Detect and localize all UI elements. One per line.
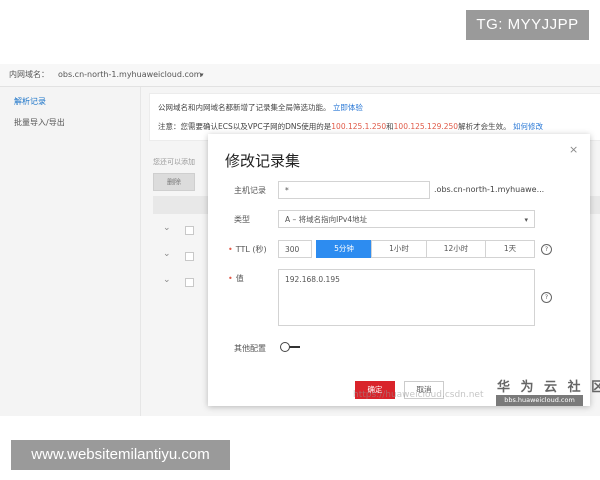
help-icon[interactable]: ? (541, 244, 552, 255)
ttl-input[interactable]: 300 (278, 240, 312, 258)
toggle-knob (280, 342, 290, 352)
csdn-watermark: https://huaweicloud.csdn.net (353, 390, 484, 400)
notice-text: 公网域名和内网域名都新增了记录集全局筛选功能。 (158, 103, 331, 112)
ttl-label: • TTL (秒) (228, 244, 267, 255)
value-textarea[interactable]: 192.168.0.195 (278, 269, 535, 326)
sidebar-item-import-export[interactable]: 批量导入/导出 (14, 117, 65, 128)
close-icon[interactable]: × (569, 143, 578, 156)
sidebar: 解析记录 批量导入/导出 (0, 87, 141, 416)
huaweicloud-community-logo: 华 为 云 社 区 (497, 380, 600, 395)
notice-prefix: 注意：您需要确认ECS以及VPC子网的DNS使用的是 (158, 122, 332, 131)
row-expand-icon[interactable]: ⌄ (163, 275, 171, 285)
huaweicloud-community-url: bbs.huaweicloud.com (496, 395, 583, 406)
site-watermark-badge: www.websitemilantiyu.com (11, 440, 230, 470)
host-record-input[interactable]: * (278, 181, 430, 199)
dialog-title: 修改记录集 (225, 152, 301, 170)
top-bar: 内网域名： obs.cn-north-1.myhuaweicloud.com ▾ (0, 64, 600, 87)
ttl-option-1h[interactable]: 1小时 (371, 240, 427, 258)
value-label: • 值 (228, 273, 244, 284)
dns-address-2: 100.125.129.250 (393, 122, 459, 131)
try-now-link[interactable]: 立即体验 (333, 103, 363, 112)
chevron-down-icon[interactable]: ▾ (200, 64, 204, 86)
ttl-label-text: TTL (秒) (235, 245, 267, 254)
row-checkbox[interactable] (185, 252, 194, 261)
ttl-option-12h[interactable]: 12小时 (426, 240, 486, 258)
zone-label: 内网域名： (9, 70, 49, 79)
delete-button[interactable]: 删除 (153, 173, 195, 191)
row-expand-icon[interactable]: ⌄ (163, 223, 171, 233)
chevron-down-icon: ▾ (524, 216, 528, 224)
host-domain-suffix: .obs.cn-north-1.myhuawe... (434, 185, 545, 194)
edit-record-set-dialog: 修改记录集 × 主机记录 * .obs.cn-north-1.myhuawe..… (208, 134, 590, 406)
dns-address-1: 100.125.1.250 (331, 122, 387, 131)
host-record-label: 主机记录 (234, 186, 266, 195)
row-checkbox[interactable] (185, 278, 194, 287)
notice-suffix: 解析才会生效。 (458, 122, 511, 131)
help-icon[interactable]: ? (541, 292, 552, 303)
zone-domain-selector[interactable]: obs.cn-north-1.myhuaweicloud.com (58, 64, 202, 86)
ttl-option-1d[interactable]: 1天 (485, 240, 535, 258)
sidebar-item-records[interactable]: 解析记录 (14, 96, 46, 107)
notice-and: 和 (386, 122, 394, 131)
tg-watermark-badge: TG: MYYJJPP (466, 10, 589, 40)
how-to-modify-link[interactable]: 如何修改 (513, 122, 543, 131)
value-label-text: 值 (235, 274, 244, 283)
type-select[interactable]: A – 将域名指向IPv4地址 ▾ (278, 210, 535, 228)
required-mark: • (228, 274, 233, 283)
required-mark: • (228, 245, 233, 254)
type-select-value: A – 将域名指向IPv4地址 (285, 215, 368, 224)
notice-line-2: 注意：您需要确认ECS以及VPC子网的DNS使用的是100.125.1.250和… (158, 121, 543, 132)
quota-caption: 您还可以添加 (153, 158, 195, 166)
type-label: 类型 (234, 215, 250, 224)
advanced-config-toggle[interactable] (280, 342, 300, 352)
ttl-option-5min[interactable]: 5分钟 (316, 240, 372, 258)
notice-line-1: 公网域名和内网域名都新增了记录集全局筛选功能。 立即体验 (158, 102, 363, 113)
row-expand-icon[interactable]: ⌄ (163, 249, 171, 259)
row-checkbox[interactable] (185, 226, 194, 235)
advanced-config-label: 其他配置 (234, 344, 266, 353)
